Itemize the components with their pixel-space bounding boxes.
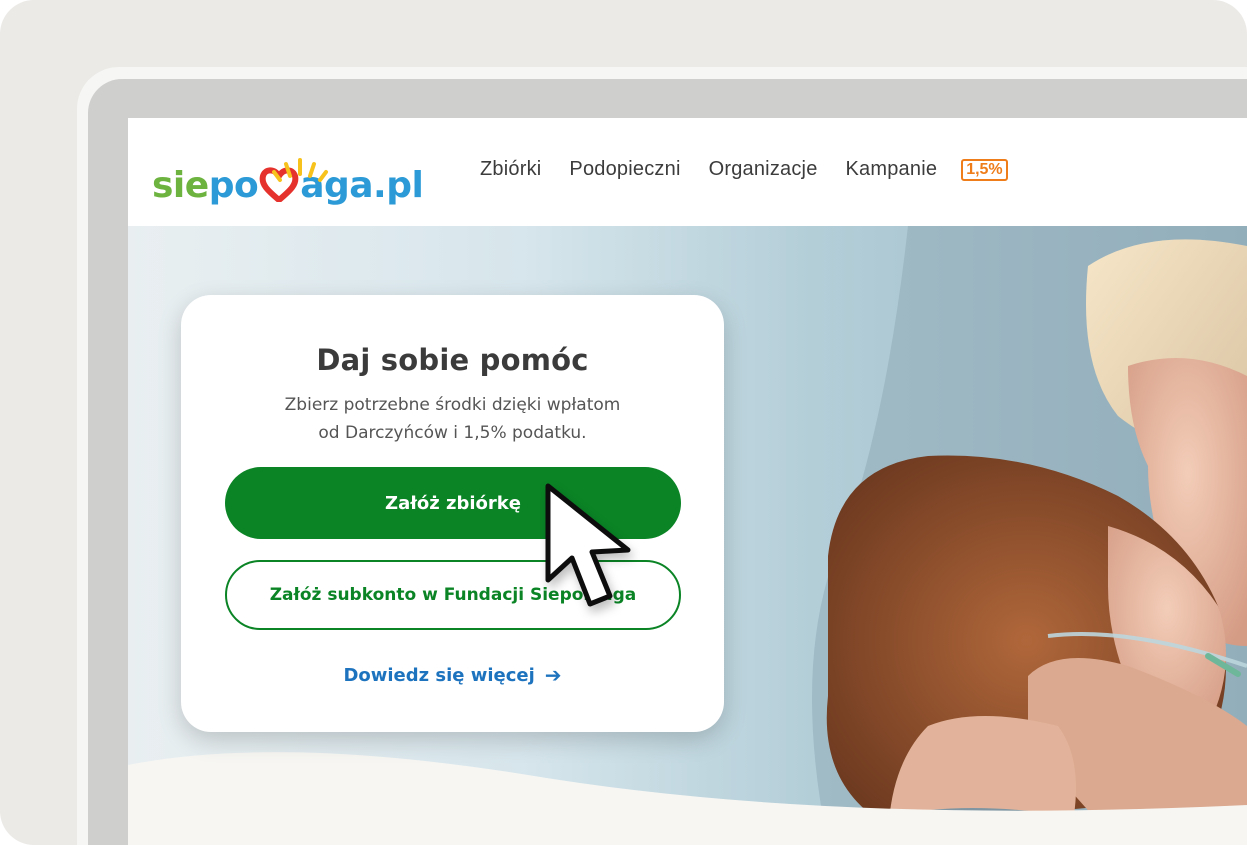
site-header: sie po aga.pl Zbiórki Podopieczni Organiza…	[128, 118, 1247, 226]
arrow-right-icon: ➔	[544, 663, 562, 687]
nav-item-zbiorki[interactable]: Zbiórki	[480, 158, 541, 181]
sun-logo-icon	[272, 158, 328, 182]
fundraiser-promo-card: Daj sobie pomóc Zbierz potrzebne środki …	[181, 295, 724, 732]
logo-text-part2: po	[208, 165, 259, 206]
nav-item-podopieczni[interactable]: Podopieczni	[569, 158, 680, 181]
nav-item-kampanie[interactable]: Kampanie	[846, 158, 938, 181]
nav-item-organizacje[interactable]: Organizacje	[709, 158, 818, 181]
learn-more-link[interactable]: Dowiedz się więcej ➔	[181, 663, 724, 687]
logo-text-part1: sie	[152, 165, 209, 206]
card-subtitle: Zbierz potrzebne środki dzięki wpłatom o…	[181, 391, 724, 447]
card-title: Daj sobie pomóc	[316, 343, 589, 377]
card-subtitle-line2: od Darczyńców i 1,5% podatku.	[318, 423, 587, 443]
tax-1-5-percent-badge[interactable]: 1,5%	[961, 158, 1008, 181]
browser-screen: sie po aga.pl Zbiórki Podopieczni Organiza…	[128, 118, 1247, 845]
learn-more-label: Dowiedz się więcej	[343, 664, 535, 686]
site-logo[interactable]: sie po aga.pl	[152, 146, 452, 206]
mouse-pointer-icon	[545, 483, 631, 607]
card-subtitle-line1: Zbierz potrzebne środki dzięki wpłatom	[284, 395, 621, 415]
main-nav: Zbiórki Podopieczni Organizacje Kampanie…	[480, 158, 1008, 181]
